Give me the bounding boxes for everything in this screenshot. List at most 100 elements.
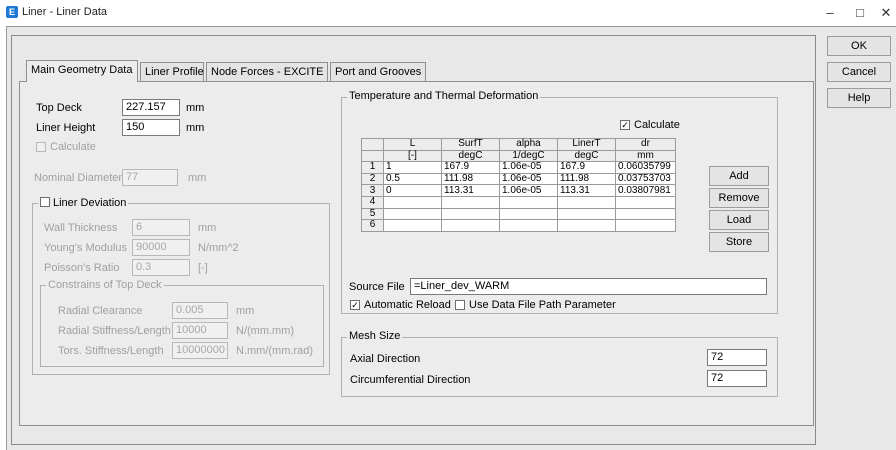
mesh-size-legend: Mesh Size [347,330,403,342]
mesh-size-group [341,337,778,397]
table-cell[interactable]: 113.31 [441,184,500,197]
table-cell[interactable]: 111.98 [557,172,616,186]
minimize-button[interactable]: – [818,4,842,22]
table-cell[interactable]: 1.06e-05 [499,172,558,186]
maximize-button[interactable]: □ [848,4,872,22]
table-cell[interactable] [383,195,442,209]
table-cell[interactable]: 0.06035799 [615,161,676,174]
radial-stiffness-unit: N/(mm.mm) [236,325,295,337]
axial-direction-input[interactable]: 72 [707,349,767,366]
title-bar [0,0,896,26]
liner-deviation-checkbox[interactable] [40,197,50,207]
window-title: Liner - Liner Data [22,6,107,18]
table-cell[interactable]: 0.03807981 [615,184,676,197]
column-unit: degC [557,149,616,163]
column-header[interactable]: L [383,138,442,151]
axial-direction-label: Axial Direction [350,353,421,365]
radial-clearance-unit: mm [236,305,255,317]
use-data-file-path-checkbox[interactable] [455,300,465,310]
source-file-input[interactable]: =Liner_dev_WARM [410,278,767,295]
tors-stiffness-label: Tors. Stiffness/Length [58,345,164,357]
column-header[interactable]: alpha [499,138,558,151]
table-cell[interactable]: 1 [383,161,442,174]
ok-button[interactable]: OK [827,36,891,56]
row-number[interactable]: 3 [361,184,384,197]
table-cell[interactable]: 167.9 [441,161,500,174]
table-corner [361,149,384,163]
use-data-file-path-label: Use Data File Path Parameter [469,299,616,311]
youngs-modulus-input: 90000 [132,239,190,256]
nominal-diameter-unit: mm [188,172,207,184]
row-number[interactable]: 5 [361,207,384,221]
row-number[interactable]: 2 [361,172,384,186]
column-header[interactable]: dr [615,138,676,151]
load-button[interactable]: Load [709,210,769,230]
poissons-ratio-input: 0.3 [132,259,190,276]
row-number[interactable]: 1 [361,161,384,174]
column-header[interactable]: SurfT [441,138,500,151]
constraints-legend: Constrains of Top Deck [46,279,164,291]
liner-height-unit: mm [186,122,205,134]
tab-port-and-grooves[interactable]: Port and Grooves [330,62,426,81]
column-header[interactable]: LinerT [557,138,616,151]
radial-clearance-label: Radial Clearance [58,305,143,317]
table-cell[interactable]: 167.9 [557,161,616,174]
top-deck-unit: mm [186,102,205,114]
wall-thickness-input: 6 [132,219,190,236]
table-cell[interactable] [557,207,616,221]
table-cell[interactable]: 111.98 [441,172,500,186]
app-icon: E [6,6,18,18]
calculate-geometry-checkbox [36,142,46,152]
thermal-calculate-checkbox[interactable]: ✓ [620,120,630,130]
table-cell[interactable] [615,219,676,232]
help-button[interactable]: Help [827,88,891,108]
table-cell[interactable] [557,195,616,209]
table-cell[interactable]: 1.06e-05 [499,184,558,197]
automatic-reload-checkbox[interactable]: ✓ [350,300,360,310]
liner-height-input[interactable]: 150 [122,119,180,136]
poissons-ratio-unit: [-] [198,262,208,274]
cancel-button[interactable]: Cancel [827,62,891,82]
column-unit: mm [615,149,676,163]
source-file-label: Source File [349,281,405,293]
liner-deviation-legend: Liner Deviation [38,196,129,209]
table-cell[interactable]: 0.5 [383,172,442,186]
table-cell[interactable]: 0 [383,184,442,197]
circumferential-direction-input[interactable]: 72 [707,370,767,387]
top-deck-label: Top Deck [36,102,82,114]
circumferential-direction-label: Circumferential Direction [350,374,471,386]
table-cell[interactable] [441,207,500,221]
tab-node-forces-excite[interactable]: Node Forces - EXCITE [206,62,328,81]
table-cell[interactable]: 0.03753703 [615,172,676,186]
close-button[interactable]: ✕ [874,4,896,22]
table-row: 5 [361,207,676,221]
thermal-legend: Temperature and Thermal Deformation [347,90,541,102]
tab-main-geometry-data[interactable]: Main Geometry Data [26,60,138,82]
remove-button[interactable]: Remove [709,188,769,208]
table-cell[interactable] [615,207,676,221]
table-cell[interactable]: 113.31 [557,184,616,197]
table-cell[interactable] [499,207,558,221]
table-row: 3 0 113.31 1.06e-05 113.31 0.03807981 [361,184,676,197]
table-cell[interactable] [615,195,676,209]
column-unit: 1/degC [499,149,558,163]
row-number[interactable]: 4 [361,195,384,209]
add-button[interactable]: Add [709,166,769,186]
thermal-calculate-label: Calculate [634,119,680,131]
store-button[interactable]: Store [709,232,769,252]
table-cell[interactable]: 1.06e-05 [499,161,558,174]
radial-stiffness-input: 10000 [172,322,228,339]
wall-thickness-label: Wall Thickness [44,222,118,234]
table-cell[interactable] [383,207,442,221]
table-cell[interactable] [499,219,558,232]
table-cell[interactable] [441,219,500,232]
top-deck-input[interactable]: 227.157 [122,99,180,116]
nominal-diameter-label: Nominal Diameter [34,172,123,184]
tab-liner-profile[interactable]: Liner Profile [140,62,204,81]
table-cell[interactable] [383,219,442,232]
table-cell[interactable] [499,195,558,209]
table-cell[interactable] [441,195,500,209]
table-cell[interactable] [557,219,616,232]
calculate-geometry-label: Calculate [50,141,96,153]
row-number[interactable]: 6 [361,219,384,232]
